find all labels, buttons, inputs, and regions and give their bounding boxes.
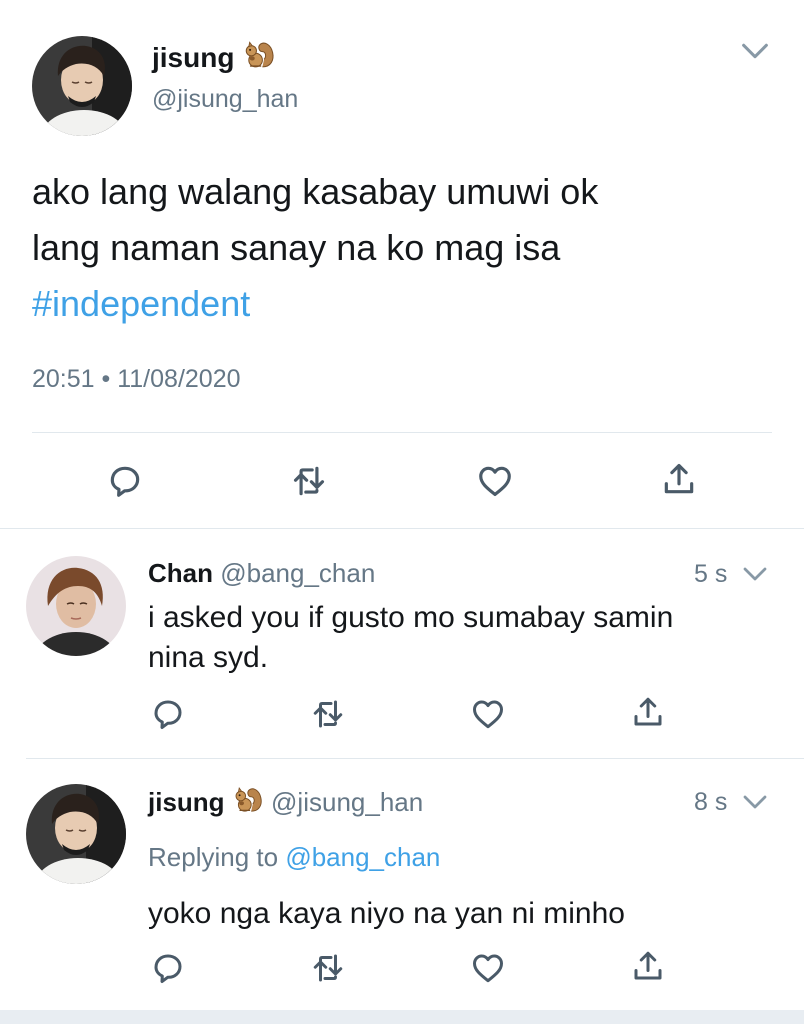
divider [32,432,772,433]
avatar[interactable] [26,556,126,656]
reply-text-line: i asked you if gusto mo sumabay samin [148,601,674,634]
tweet-timestamp[interactable]: 20:51 • 11/08/2020 [32,364,241,394]
author-handle[interactable]: @jisung_han [271,787,423,817]
replying-to-link[interactable]: @bang_chan [285,842,440,872]
section-divider [0,528,804,529]
share-icon[interactable] [660,460,698,498]
reply-text: yoko nga kaya niyo na yan ni minho [148,897,625,930]
reply-icon[interactable] [150,696,186,732]
replying-to-label: Replying to [148,842,279,872]
tweet-text: ako lang walang kasabay umuwi ok lang na… [32,164,598,332]
retweet-icon[interactable] [310,950,346,986]
author-handle[interactable]: @bang_chan [220,558,375,588]
avatar-photo [26,556,126,656]
heart-icon[interactable] [470,950,506,986]
tweet-text-line: lang naman sanay na ko mag isa [32,227,561,268]
author-handle[interactable]: @jisung_han [152,84,298,114]
tweet-time: 20:51 [32,365,95,393]
retweet-icon[interactable] [310,696,346,732]
reply-icon[interactable] [106,462,144,500]
share-icon[interactable] [630,694,666,730]
hashtag-link[interactable]: #independent [32,276,598,332]
retweet-icon[interactable] [290,462,328,500]
avatar[interactable] [26,784,126,884]
avatar-photo [32,36,132,136]
heart-icon[interactable] [476,462,514,500]
reply-age: 5 s [694,560,728,588]
reply-text: i asked you if gusto mo sumabay samin ni… [148,598,673,678]
chevron-down-icon[interactable] [738,34,772,68]
section-divider [26,758,804,759]
bottom-bar [0,1010,804,1024]
squirrel-emoji-icon [232,784,264,824]
reply-text-line: nina syd. [148,641,269,674]
tweet-date: 11/08/2020 [117,365,241,393]
heart-icon[interactable] [470,696,506,732]
reply-age: 8 s [694,788,728,816]
avatar[interactable] [32,36,132,136]
avatar-photo [26,784,126,884]
share-icon[interactable] [630,948,666,984]
author-name[interactable]: Chan [148,558,213,588]
squirrel-emoji-icon [242,38,276,81]
reply-icon[interactable] [150,950,186,986]
timestamp-separator: • [101,365,111,393]
author-name[interactable]: jisung [152,42,234,73]
replying-to: Replying to @bang_chan [148,840,440,874]
tweet-text-line: ako lang walang kasabay umuwi ok [32,171,599,212]
author-name[interactable]: jisung [148,787,225,817]
chevron-down-icon[interactable] [740,787,770,817]
chevron-down-icon[interactable] [740,559,770,589]
